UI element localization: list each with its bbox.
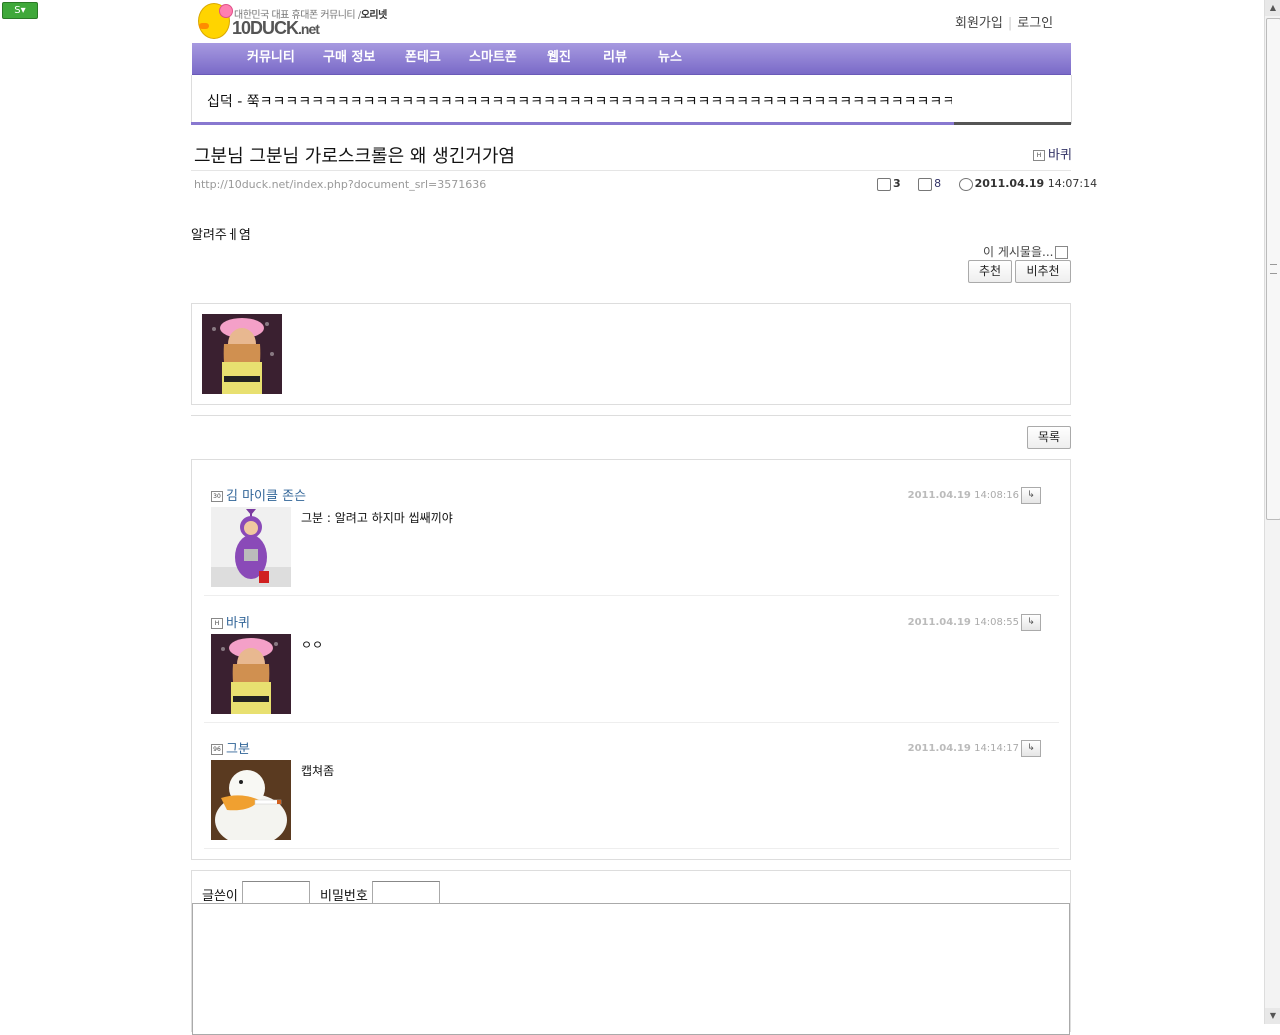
comment-textarea[interactable]: [192, 903, 1070, 1035]
comment-text: 그분 : 알려고 하지마 씹쌔끼야: [301, 511, 453, 525]
nav-item-phonetech[interactable]: 폰테크: [405, 43, 441, 74]
comment-author-name[interactable]: 바퀴: [226, 616, 250, 631]
post-time: 14:07:14: [1047, 177, 1098, 190]
signup-link[interactable]: 회원가입: [955, 16, 1003, 31]
comment-item: 96 그분 2011.04.19 14:14:17 ↳ 캡쳐좀: [204, 722, 1059, 849]
author-field-label: 글쓴이: [202, 889, 238, 904]
reply-arrow-icon[interactable]: ↳: [1021, 614, 1041, 631]
post-author[interactable]: H 바퀴: [1033, 144, 1072, 163]
ticker-text[interactable]: 십덕 - 쭉ㅋㅋㅋㅋㅋㅋㅋㅋㅋㅋㅋㅋㅋㅋㅋㅋㅋㅋㅋㅋㅋㅋㅋㅋㅋㅋㅋㅋㅋㅋㅋㅋㅋㅋ…: [207, 91, 952, 111]
comment-avatar-duck: [211, 760, 291, 840]
comment-text: ㅇㅇ: [301, 638, 324, 652]
logo-name: 10DUCK.net: [232, 18, 320, 38]
author-avatar: [202, 314, 282, 394]
thumb-grip-icon: [1270, 264, 1277, 274]
level-icon: H: [211, 618, 223, 629]
main-nav: 커뮤니티 구매 정보 폰테크 스마트폰 웹진 리뷰 뉴스: [192, 43, 1071, 75]
level-icon: 30: [211, 491, 223, 502]
comment-avatar-dancer: [211, 634, 291, 714]
comment-author[interactable]: 30 김 마이클 존슨: [211, 485, 306, 504]
nav-item-review[interactable]: 리뷰: [603, 43, 627, 74]
clock-icon: [958, 177, 973, 191]
level-icon: 96: [211, 744, 223, 755]
post-title: 그분님 그분님 가로스크롤은 왜 생긴거가염: [194, 146, 515, 167]
addon-label: S: [14, 5, 21, 16]
reply-arrow-icon[interactable]: ↳: [1021, 487, 1041, 504]
comment-author-name[interactable]: 김 마이클 존슨: [226, 489, 306, 504]
post-author-name[interactable]: 바퀴: [1048, 148, 1072, 163]
scroll-up-arrow-icon[interactable]: ▲: [1265, 0, 1280, 16]
reply-arrow-icon[interactable]: ↳: [1021, 740, 1041, 757]
author-field[interactable]: [242, 881, 310, 905]
board-ticker: 십덕 - 쭉ㅋㅋㅋㅋㅋㅋㅋㅋㅋㅋㅋㅋㅋㅋㅋㅋㅋㅋㅋㅋㅋㅋㅋㅋㅋㅋㅋㅋㅋㅋㅋㅋㅋㅋ…: [191, 75, 1072, 124]
comment-author-name[interactable]: 그분: [226, 742, 250, 757]
menu-icon: [1055, 246, 1069, 259]
post-menu-label: 이 게시물을...: [983, 245, 1054, 259]
post-action-menu[interactable]: 이 게시물을...: [983, 243, 1069, 260]
password-field[interactable]: [372, 881, 440, 905]
post-meta: 3 8 2011.04.19 14:07:14: [877, 177, 1097, 191]
scroll-down-arrow-icon[interactable]: ▼: [1265, 1008, 1280, 1024]
comment-item: H 바퀴 2011.04.19 14:08:55 ↳ ㅇㅇ: [204, 596, 1059, 723]
vertical-scrollbar[interactable]: ▲ ▼: [1264, 0, 1280, 1024]
list-button[interactable]: 목록: [1027, 426, 1071, 449]
comment-text: 캡쳐좀: [301, 764, 335, 778]
comment-date: 2011.04.19 14:08:55: [907, 617, 1019, 628]
login-link[interactable]: 로그인: [1017, 16, 1053, 31]
divider: [191, 170, 1071, 171]
views-icon: [918, 177, 933, 191]
ticker-underline-dark: [954, 122, 1071, 125]
comment-date: 2011.04.19 14:08:16: [907, 490, 1019, 501]
comment-avatar-teletubby: [211, 507, 291, 587]
site-logo[interactable]: 대한민국 대표 휴대폰 커뮤니티 /오리넷 10DUCK.net: [194, 0, 404, 44]
comment-date: 2011.04.19 14:14:17: [907, 743, 1019, 754]
view-count: 8: [934, 177, 942, 190]
nav-item-news[interactable]: 뉴스: [658, 43, 682, 74]
comment-author[interactable]: 96 그분: [211, 738, 250, 757]
password-field-label: 비밀번호: [320, 889, 368, 904]
comment-form: 글쓴이 비밀번호: [191, 870, 1071, 1035]
recommend-button[interactable]: 추천: [968, 260, 1012, 283]
comment-count: 3: [893, 177, 901, 190]
browser-addon-button[interactable]: S▾: [2, 2, 38, 19]
link-separator: |: [1007, 16, 1013, 31]
nav-item-smartphone[interactable]: 스마트폰: [469, 43, 517, 74]
level-icon: H: [1033, 150, 1045, 161]
comment-icon: [877, 177, 891, 191]
comment-item: 30 김 마이클 존슨 2011.04.19 14:08:16 ↳ 그분 : 알려…: [204, 469, 1059, 596]
ticker-underline: [191, 122, 954, 125]
nav-item-community[interactable]: 커뮤니티: [247, 43, 295, 74]
not-recommend-button[interactable]: 비추천: [1015, 260, 1071, 283]
nav-item-purchase-info[interactable]: 구매 정보: [323, 43, 375, 74]
divider: [191, 415, 1071, 416]
comments-section: 30 김 마이클 존슨 2011.04.19 14:08:16 ↳ 그분 : 알려…: [191, 459, 1071, 860]
chick-mascot-icon: [198, 3, 233, 39]
post-date: 2011.04.19: [974, 177, 1045, 190]
comment-author[interactable]: H 바퀴: [211, 612, 250, 631]
scroll-thumb[interactable]: [1266, 18, 1280, 520]
author-signature-box: [191, 303, 1071, 405]
account-links: 회원가입 | 로그인: [955, 12, 1053, 31]
post-url[interactable]: http://10duck.net/index.php?document_srl…: [194, 178, 486, 191]
nav-item-webzine[interactable]: 웹진: [547, 43, 571, 74]
post-body: 알려주ㅔ염: [191, 228, 251, 243]
